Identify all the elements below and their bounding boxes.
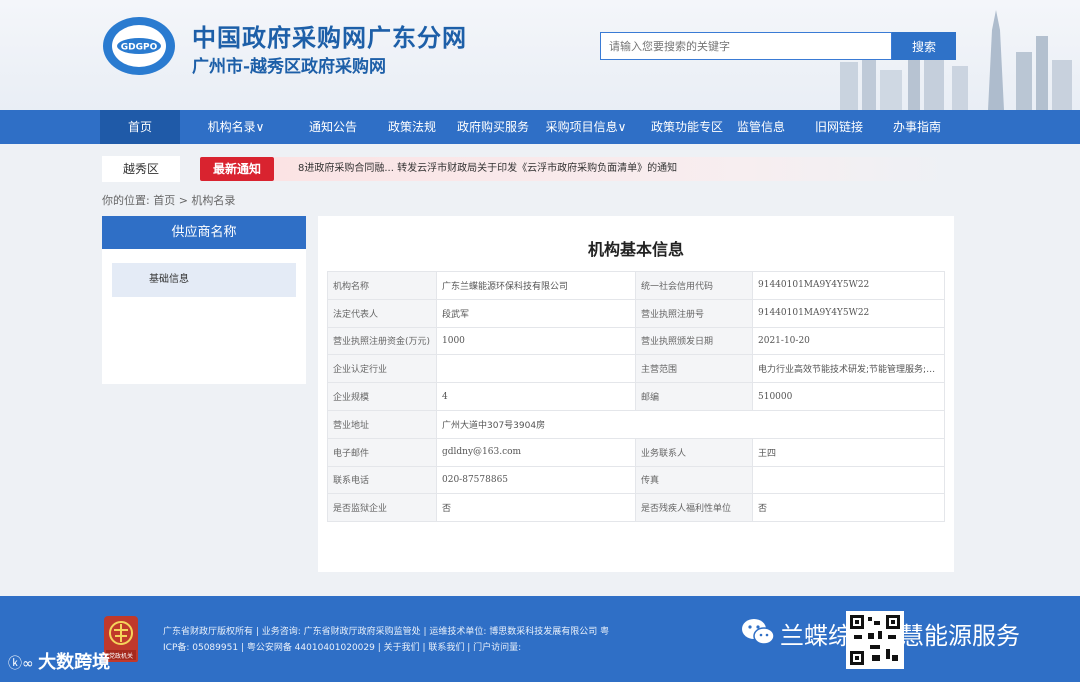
emblem-label: 党政机关 bbox=[109, 652, 133, 660]
table-label: 是否监狱企业 bbox=[327, 493, 437, 523]
nav-item-old-site-link[interactable]: 旧网链接 bbox=[808, 110, 870, 144]
site-title: 中国政府采购网广东分网 bbox=[192, 23, 467, 52]
table-label: 是否残疾人福利性单位 bbox=[635, 493, 753, 523]
table-label: 联系电话 bbox=[327, 465, 437, 495]
footer-links-line[interactable]: ICP备: 05089951 | 粤公安网备 44010401020029 | … bbox=[163, 640, 521, 653]
table-label: 邮编 bbox=[635, 382, 753, 411]
footer-copyright-line: 广东省财政厅版权所有 | 业务咨询: 广东省财政厅政府采购监管处 | 运维技术单… bbox=[163, 627, 610, 637]
sidebar: 供应商名称 基础信息 bbox=[102, 216, 306, 384]
table-value: 1000 bbox=[436, 326, 636, 356]
table-label: 企业认定行业 bbox=[327, 354, 437, 384]
notice-ticker[interactable]: 8进政府采购合同融... 转发云浮市财政局关于印发《云浮市政府采购负面清单》的通… bbox=[274, 157, 950, 181]
table-value: 91440101MA9Y4Y5W22 bbox=[752, 271, 945, 300]
table-label: 主营范围 bbox=[635, 354, 753, 384]
watermark-text: 大数跨境 bbox=[38, 652, 111, 673]
nav-item-gov-purchase-service[interactable]: 政府购买服务 bbox=[452, 110, 534, 144]
table-row: 联系电话 020-87578865 传真 bbox=[327, 465, 945, 495]
logo-text: GDGPO bbox=[121, 43, 158, 53]
table-value: 2021-10-20 bbox=[752, 326, 945, 356]
table-value: 510000 bbox=[752, 382, 945, 411]
table-label: 营业执照注册资金(万元) bbox=[327, 326, 437, 356]
table-value bbox=[752, 465, 945, 495]
table-value: 否 bbox=[752, 493, 945, 523]
table-label: 传真 bbox=[635, 465, 753, 495]
watermark: ⓚ∞ 大数跨境 bbox=[8, 652, 111, 673]
table-row: 企业规模 4 邮编 510000 bbox=[327, 382, 945, 411]
table-row: 法定代表人 段武军 营业执照注册号 91440101MA9Y4Y5W22 bbox=[327, 298, 945, 328]
search-input[interactable] bbox=[600, 32, 892, 60]
district-selector[interactable]: 越秀区 bbox=[102, 156, 180, 182]
gdgpo-logo[interactable]: GDGPO bbox=[100, 14, 178, 78]
table-value: 广州大道中307号3904房 bbox=[436, 409, 945, 439]
site-subtitle: 广州市-越秀区政府采购网 bbox=[192, 57, 387, 77]
org-info-table: 机构名称 广东兰蝶能源环保科技有限公司 统一社会信用代码 91440101MA9… bbox=[327, 271, 945, 523]
nav-item-procurement-projects[interactable]: 采购项目信息∨ bbox=[538, 110, 634, 144]
search-button[interactable]: 搜索 bbox=[892, 32, 956, 60]
nav-item-home[interactable]: 首页 bbox=[100, 110, 180, 144]
table-label: 营业执照注册号 bbox=[635, 298, 753, 328]
table-value: 广东兰蝶能源环保科技有限公司 bbox=[436, 271, 636, 300]
table-value: 否 bbox=[436, 493, 636, 523]
table-value: 020-87578865 bbox=[436, 465, 636, 495]
table-value: 段武军 bbox=[436, 298, 636, 328]
table-row: 营业地址 广州大道中307号3904房 bbox=[327, 409, 945, 439]
latest-notice-badge: 最新通知 bbox=[200, 157, 274, 181]
table-row: 营业执照注册资金(万元) 1000 营业执照颁发日期 2021-10-20 bbox=[327, 326, 945, 356]
breadcrumb: 你的位置: 首页 > 机构名录 bbox=[102, 194, 236, 207]
table-value: gdldny@163.com bbox=[436, 437, 636, 467]
table-row: 机构名称 广东兰蝶能源环保科技有限公司 统一社会信用代码 91440101MA9… bbox=[327, 271, 945, 300]
nav-item-policies[interactable]: 政策法规 bbox=[376, 110, 448, 144]
table-label: 企业规模 bbox=[327, 382, 437, 411]
table-label: 业务联系人 bbox=[635, 437, 753, 467]
sidebar-heading: 供应商名称 bbox=[102, 216, 306, 249]
table-row: 电子邮件 gdldny@163.com 业务联系人 王四 bbox=[327, 437, 945, 467]
table-value: 电力行业高效节能技术研发;节能管理服务;资... bbox=[752, 354, 945, 384]
nav-item-policy-zone[interactable]: 政策功能专区 bbox=[646, 110, 728, 144]
table-label: 机构名称 bbox=[327, 271, 437, 300]
table-label: 法定代表人 bbox=[327, 298, 437, 328]
nav-item-org-directory[interactable]: 机构名录∨ bbox=[194, 110, 278, 144]
table-row: 企业认定行业 主营范围 电力行业高效节能技术研发;节能管理服务;资... bbox=[327, 354, 945, 384]
table-value bbox=[436, 354, 636, 384]
qr-code-icon[interactable] bbox=[846, 611, 904, 669]
nav-item-guide[interactable]: 办事指南 bbox=[884, 110, 950, 144]
site-header: GDGPO 中国政府采购网广东分网 广州市-越秀区政府采购网 搜索 bbox=[0, 0, 1080, 110]
panel-title: 机构基本信息 bbox=[587, 240, 684, 259]
table-value: 王四 bbox=[752, 437, 945, 467]
nav-item-announcements[interactable]: 通知公告 bbox=[296, 110, 370, 144]
site-footer: 党政机关 广东省财政厅版权所有 | 业务咨询: 广东省财政厅政府采购监管处 | … bbox=[0, 596, 1080, 682]
table-label: 统一社会信用代码 bbox=[635, 271, 753, 300]
org-info-panel: 机构基本信息 机构名称 广东兰蝶能源环保科技有限公司 统一社会信用代码 9144… bbox=[318, 216, 954, 572]
sidebar-item-basic-info[interactable]: 基础信息 bbox=[112, 263, 296, 297]
table-row: 是否监狱企业 否 是否残疾人福利性单位 否 bbox=[327, 493, 945, 523]
nav-item-supervision[interactable]: 监管信息 bbox=[730, 110, 792, 144]
table-label: 营业地址 bbox=[327, 409, 437, 439]
table-value: 91440101MA9Y4Y5W22 bbox=[752, 298, 945, 328]
table-label: 电子邮件 bbox=[327, 437, 437, 467]
wechat-icon bbox=[742, 619, 775, 645]
table-value: 4 bbox=[436, 382, 636, 411]
table-label: 营业执照颁发日期 bbox=[635, 326, 753, 356]
main-nav: 首页 机构名录∨ 通知公告 政策法规 政府购买服务 采购项目信息∨ 政策功能专区… bbox=[0, 110, 1080, 144]
